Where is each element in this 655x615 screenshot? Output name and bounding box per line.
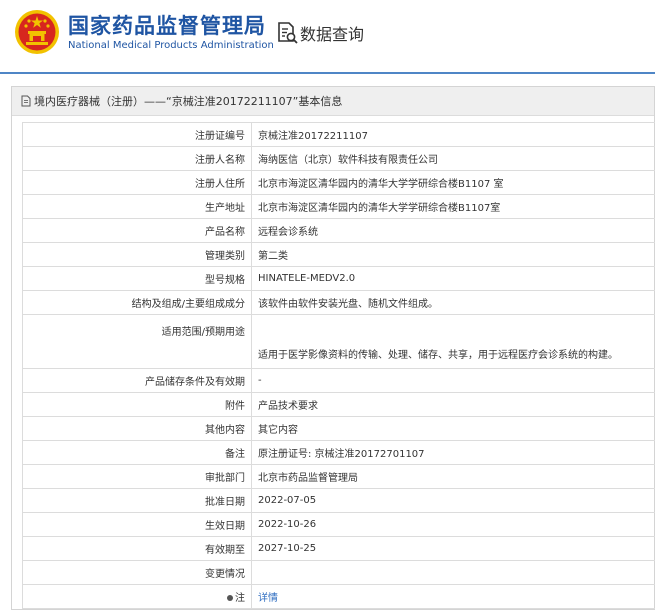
- org-name-cn[interactable]: 国家药品监督管理局: [68, 10, 266, 40]
- table-row: 注册人住所 北京市海淀区清华园内的清华大学学研综合楼B1107 室: [22, 170, 655, 195]
- row-label: 备注: [22, 440, 252, 465]
- row-label: 适用范围/预期用途: [22, 314, 252, 369]
- note-label: 注: [22, 584, 252, 609]
- row-value: 第二类: [251, 242, 655, 267]
- table-row: 生效日期 2022-10-26: [22, 512, 655, 537]
- info-table: 注册证编号 京械注准20172211107 注册人名称 海纳医信（北京）软件科技…: [22, 122, 655, 609]
- row-label: 批准日期: [22, 488, 252, 513]
- row-label: 变更情况: [22, 560, 252, 585]
- row-label: 结构及组成/主要组成成分: [22, 290, 252, 315]
- row-value: 北京市药品监督管理局: [251, 464, 655, 489]
- row-value: 适用于医学影像资料的传输、处理、储存、共享，用于远程医疗会诊系统的构建。: [251, 314, 655, 369]
- table-row: 结构及组成/主要组成成分 该软件由软件安装光盘、随机文件组成。: [22, 290, 655, 315]
- row-value: 详情: [251, 584, 655, 609]
- table-row: 注 详情: [22, 584, 655, 609]
- dot-icon: [227, 595, 233, 601]
- table-row: 注册证编号 京械注准20172211107: [22, 122, 655, 147]
- table-row: 其他内容 其它内容: [22, 416, 655, 441]
- table-row: 生产地址 北京市海淀区清华园内的清华大学学研综合楼B1107室: [22, 194, 655, 219]
- row-value: [251, 560, 655, 585]
- query-title: 数据查询: [300, 25, 365, 44]
- row-value: 远程会诊系统: [251, 218, 655, 243]
- document-icon: [21, 95, 31, 107]
- row-value: 2022-07-05: [251, 488, 655, 513]
- row-value: 北京市海淀区清华园内的清华大学学研综合楼B1107 室: [251, 170, 655, 195]
- row-label: 注册人名称: [22, 146, 252, 171]
- row-label: 注册人住所: [22, 170, 252, 195]
- row-label: 产品名称: [22, 218, 252, 243]
- row-value: 海纳医信（北京）软件科技有限责任公司: [251, 146, 655, 171]
- table-row: 审批部门 北京市药品监督管理局: [22, 464, 655, 489]
- row-label: 审批部门: [22, 464, 252, 489]
- row-value: 2027-10-25: [251, 536, 655, 561]
- row-label: 生效日期: [22, 512, 252, 537]
- row-value: 京械注准20172211107: [251, 122, 655, 147]
- row-label: 有效期至: [22, 536, 252, 561]
- table-row: 适用范围/预期用途 适用于医学影像资料的传输、处理、储存、共享，用于远程医疗会诊…: [22, 314, 655, 369]
- document-search-icon: [278, 22, 298, 44]
- row-value: 其它内容: [251, 416, 655, 441]
- details-link[interactable]: 详情: [258, 593, 278, 604]
- row-value: 原注册证号: 京械注准20172701107: [251, 440, 655, 465]
- table-row: 注册人名称 海纳医信（北京）软件科技有限责任公司: [22, 146, 655, 171]
- info-panel: 境内医疗器械（注册）——“京械注准20172211107”基本信息 注册证编号 …: [11, 86, 655, 610]
- table-row: 产品储存条件及有效期 -: [22, 368, 655, 393]
- table-row: 产品名称 远程会诊系统: [22, 218, 655, 243]
- national-emblem-icon: [15, 10, 59, 54]
- table-row: 有效期至 2027-10-25: [22, 536, 655, 561]
- panel-title: 境内医疗器械（注册）——“京械注准20172211107”基本信息: [34, 95, 343, 108]
- row-value: 产品技术要求: [251, 392, 655, 417]
- row-value: -: [251, 368, 655, 393]
- row-label: 注: [235, 593, 245, 604]
- row-value: 2022-10-26: [251, 512, 655, 537]
- row-label: 注册证编号: [22, 122, 252, 147]
- row-value: 北京市海淀区清华园内的清华大学学研综合楼B1107室: [251, 194, 655, 219]
- org-name-en: National Medical Products Administration: [68, 40, 274, 51]
- row-label: 型号规格: [22, 266, 252, 291]
- panel-header: 境内医疗器械（注册）——“京械注准20172211107”基本信息: [12, 87, 654, 116]
- row-label: 生产地址: [22, 194, 252, 219]
- row-label: 管理类别: [22, 242, 252, 267]
- row-label: 产品储存条件及有效期: [22, 368, 252, 393]
- header-divider: [0, 72, 655, 74]
- table-row: 附件 产品技术要求: [22, 392, 655, 417]
- table-row: 变更情况: [22, 560, 655, 585]
- row-label: 其他内容: [22, 416, 252, 441]
- row-label: 附件: [22, 392, 252, 417]
- row-value: HINATELE-MEDV2.0: [251, 266, 655, 291]
- table-row: 备注 原注册证号: 京械注准20172701107: [22, 440, 655, 465]
- table-row: 批准日期 2022-07-05: [22, 488, 655, 513]
- site-header: 国家药品监督管理局 National Medical Products Admi…: [0, 0, 655, 72]
- row-value: 该软件由软件安装光盘、随机文件组成。: [251, 290, 655, 315]
- table-row: 型号规格 HINATELE-MEDV2.0: [22, 266, 655, 291]
- table-row: 管理类别 第二类: [22, 242, 655, 267]
